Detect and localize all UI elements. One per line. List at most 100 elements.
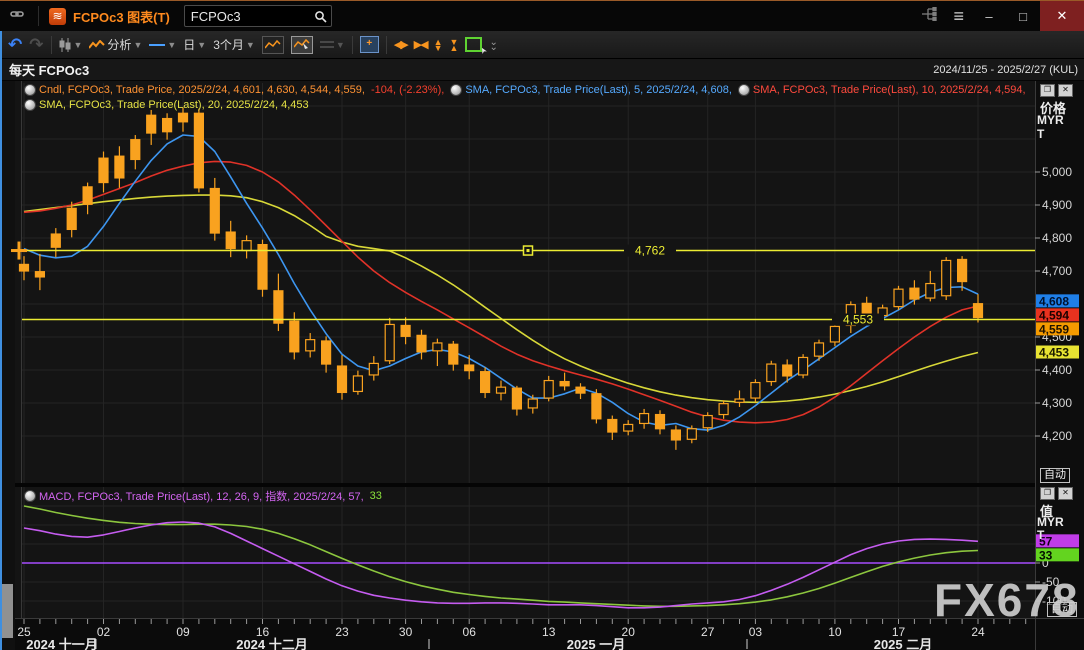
- candle: [767, 361, 776, 386]
- candle-body: [131, 140, 140, 160]
- candle: [385, 318, 394, 364]
- candle-body: [624, 424, 633, 431]
- analysis-button[interactable]: 分析▼: [89, 36, 142, 53]
- legend-line-2[interactable]: SMA, FCPOc3, Trade Price(Last), 20, 2025…: [24, 99, 309, 111]
- legend-text: SMA, FCPOc3, Trade Price(Last), 5, 2025/…: [465, 84, 732, 96]
- candle-body: [274, 291, 283, 323]
- chart-layout-icon[interactable]: [262, 36, 284, 54]
- candle-body: [51, 234, 60, 247]
- candle-body: [163, 119, 172, 132]
- candle-body: [226, 232, 235, 249]
- price-tick-label: 4,200: [1042, 429, 1072, 443]
- legend-item[interactable]: SMA, FCPOc3, Trade Price(Last), 20, 2025…: [24, 99, 309, 111]
- zigzag-icon: [89, 40, 105, 50]
- collapse-vertical-icon[interactable]: ▼▲: [450, 39, 459, 51]
- legend-line-1[interactable]: Cndl, FCPOc3, Trade Price, 2025/2/24, 4,…: [24, 84, 1026, 96]
- xaxis-week-label: 30: [399, 625, 413, 639]
- close-panel-icon[interactable]: ✕: [1058, 84, 1073, 97]
- divider: [386, 36, 387, 54]
- divider: [51, 36, 52, 54]
- candle-body: [767, 364, 776, 381]
- candle-body: [926, 284, 935, 299]
- divider: [38, 6, 39, 26]
- legend-item[interactable]: Cndl, FCPOc3, Trade Price, 2025/2/24, 4,…: [24, 84, 365, 96]
- price-tick-label: 4,300: [1042, 396, 1072, 410]
- grid-add-icon[interactable]: +: [360, 36, 379, 53]
- auto-scale-button-main[interactable]: 自动: [1040, 468, 1070, 483]
- collapse-horizontal-icon[interactable]: ▶◀: [414, 38, 427, 51]
- legend-item[interactable]: SMA, FCPOc3, Trade Price(Last), 10, 2025…: [738, 84, 1026, 96]
- restore-panel-icon[interactable]: ❐: [1040, 487, 1055, 500]
- interval-button[interactable]: 日▼: [183, 36, 206, 53]
- candle-body: [528, 399, 537, 408]
- link-tree-icon[interactable]: [921, 7, 937, 25]
- candle-body: [497, 387, 506, 393]
- xaxis-week-label: 02: [97, 625, 111, 639]
- menu-icon[interactable]: ≡: [953, 6, 964, 27]
- candle: [592, 389, 601, 423]
- redo-button[interactable]: ↷: [29, 35, 43, 55]
- legend-item[interactable]: MACD, FCPOc3, Trade Price(Last), 12, 26,…: [24, 488, 364, 504]
- legend-text: SMA, FCPOc3, Trade Price(Last), 10, 2025…: [753, 84, 1026, 96]
- candle-body: [735, 399, 744, 402]
- price-tick-label: 4,700: [1042, 264, 1072, 278]
- xaxis-week-label: 27: [701, 625, 715, 639]
- candle-body: [290, 321, 299, 352]
- close-button[interactable]: ✕: [1040, 1, 1084, 31]
- app-icon: ≋: [49, 8, 66, 25]
- candle-body: [592, 394, 601, 419]
- price-axis-t: T: [1037, 127, 1044, 141]
- selection-tool-icon[interactable]: [465, 37, 482, 52]
- more-tools-icon[interactable]: ⌄⌄: [489, 40, 497, 50]
- macd-axis-currency: MYR: [1037, 515, 1064, 529]
- chart-type-button[interactable]: ▼: [59, 38, 83, 52]
- candle-body: [671, 430, 680, 440]
- candle-body: [147, 115, 156, 133]
- close-panel-icon[interactable]: ✕: [1058, 487, 1073, 500]
- price-tick-label: 4,900: [1042, 198, 1072, 212]
- price-badge-label: 33: [1039, 548, 1053, 562]
- line-style-button[interactable]: ▼: [149, 40, 176, 50]
- xaxis-week-label: 03: [749, 625, 763, 639]
- candle-body: [783, 365, 792, 376]
- legend-item[interactable]: SMA, FCPOc3, Trade Price(Last), 5, 2025/…: [450, 84, 732, 96]
- xaxis-week-label: 10: [828, 625, 842, 639]
- legend-item[interactable]: -104, (-2.23%),: [371, 84, 444, 96]
- range-button[interactable]: 3个月▼: [213, 36, 255, 53]
- candle-body: [656, 415, 665, 429]
- search-input[interactable]: [189, 8, 314, 25]
- candle-body: [894, 289, 903, 306]
- application-window: 4,7624,5535,0004,9004,8004,7004,5004,400…: [0, 0, 1084, 650]
- xaxis-week-label: 06: [463, 625, 477, 639]
- xaxis-week-label: 24: [971, 625, 985, 639]
- candle-body: [385, 324, 394, 360]
- candle-body: [576, 387, 585, 393]
- xaxis-month-label: 2025 一月: [567, 637, 626, 650]
- security-search-box[interactable]: [184, 5, 332, 27]
- chain-link-icon[interactable]: [10, 7, 24, 25]
- maximize-button[interactable]: □: [1006, 1, 1040, 31]
- xaxis-month-label: 2024 十二月: [236, 637, 308, 650]
- candle-body: [958, 259, 967, 281]
- undo-button[interactable]: ↶: [8, 35, 22, 55]
- xaxis-week-label: 09: [176, 625, 190, 639]
- candle-body: [640, 414, 649, 424]
- search-icon[interactable]: [314, 10, 327, 23]
- minimize-button[interactable]: –: [972, 1, 1006, 31]
- chart-tab-title[interactable]: FCPOc3 图表(T): [73, 7, 170, 26]
- restore-panel-icon[interactable]: ❐: [1040, 84, 1055, 97]
- watermark: FX678: [934, 577, 1080, 623]
- window-edge-highlight: [0, 31, 2, 650]
- legend-macd[interactable]: MACD, FCPOc3, Trade Price(Last), 12, 26,…: [24, 488, 382, 504]
- macd-axis-t: T: [1037, 528, 1044, 542]
- candle-body: [67, 208, 76, 229]
- chart-annotate-icon[interactable]: [291, 36, 313, 54]
- legend-item[interactable]: 33: [370, 490, 382, 502]
- scrollbar-fragment[interactable]: [2, 584, 13, 638]
- price-tick-label: 4,800: [1042, 231, 1072, 245]
- expand-vertical-icon[interactable]: ▲▼: [434, 39, 443, 51]
- candle: [942, 257, 951, 300]
- candle-body: [719, 404, 728, 415]
- disabled-tool-button[interactable]: ▼: [320, 40, 345, 50]
- expand-horizontal-icon[interactable]: ◀▶: [394, 38, 407, 51]
